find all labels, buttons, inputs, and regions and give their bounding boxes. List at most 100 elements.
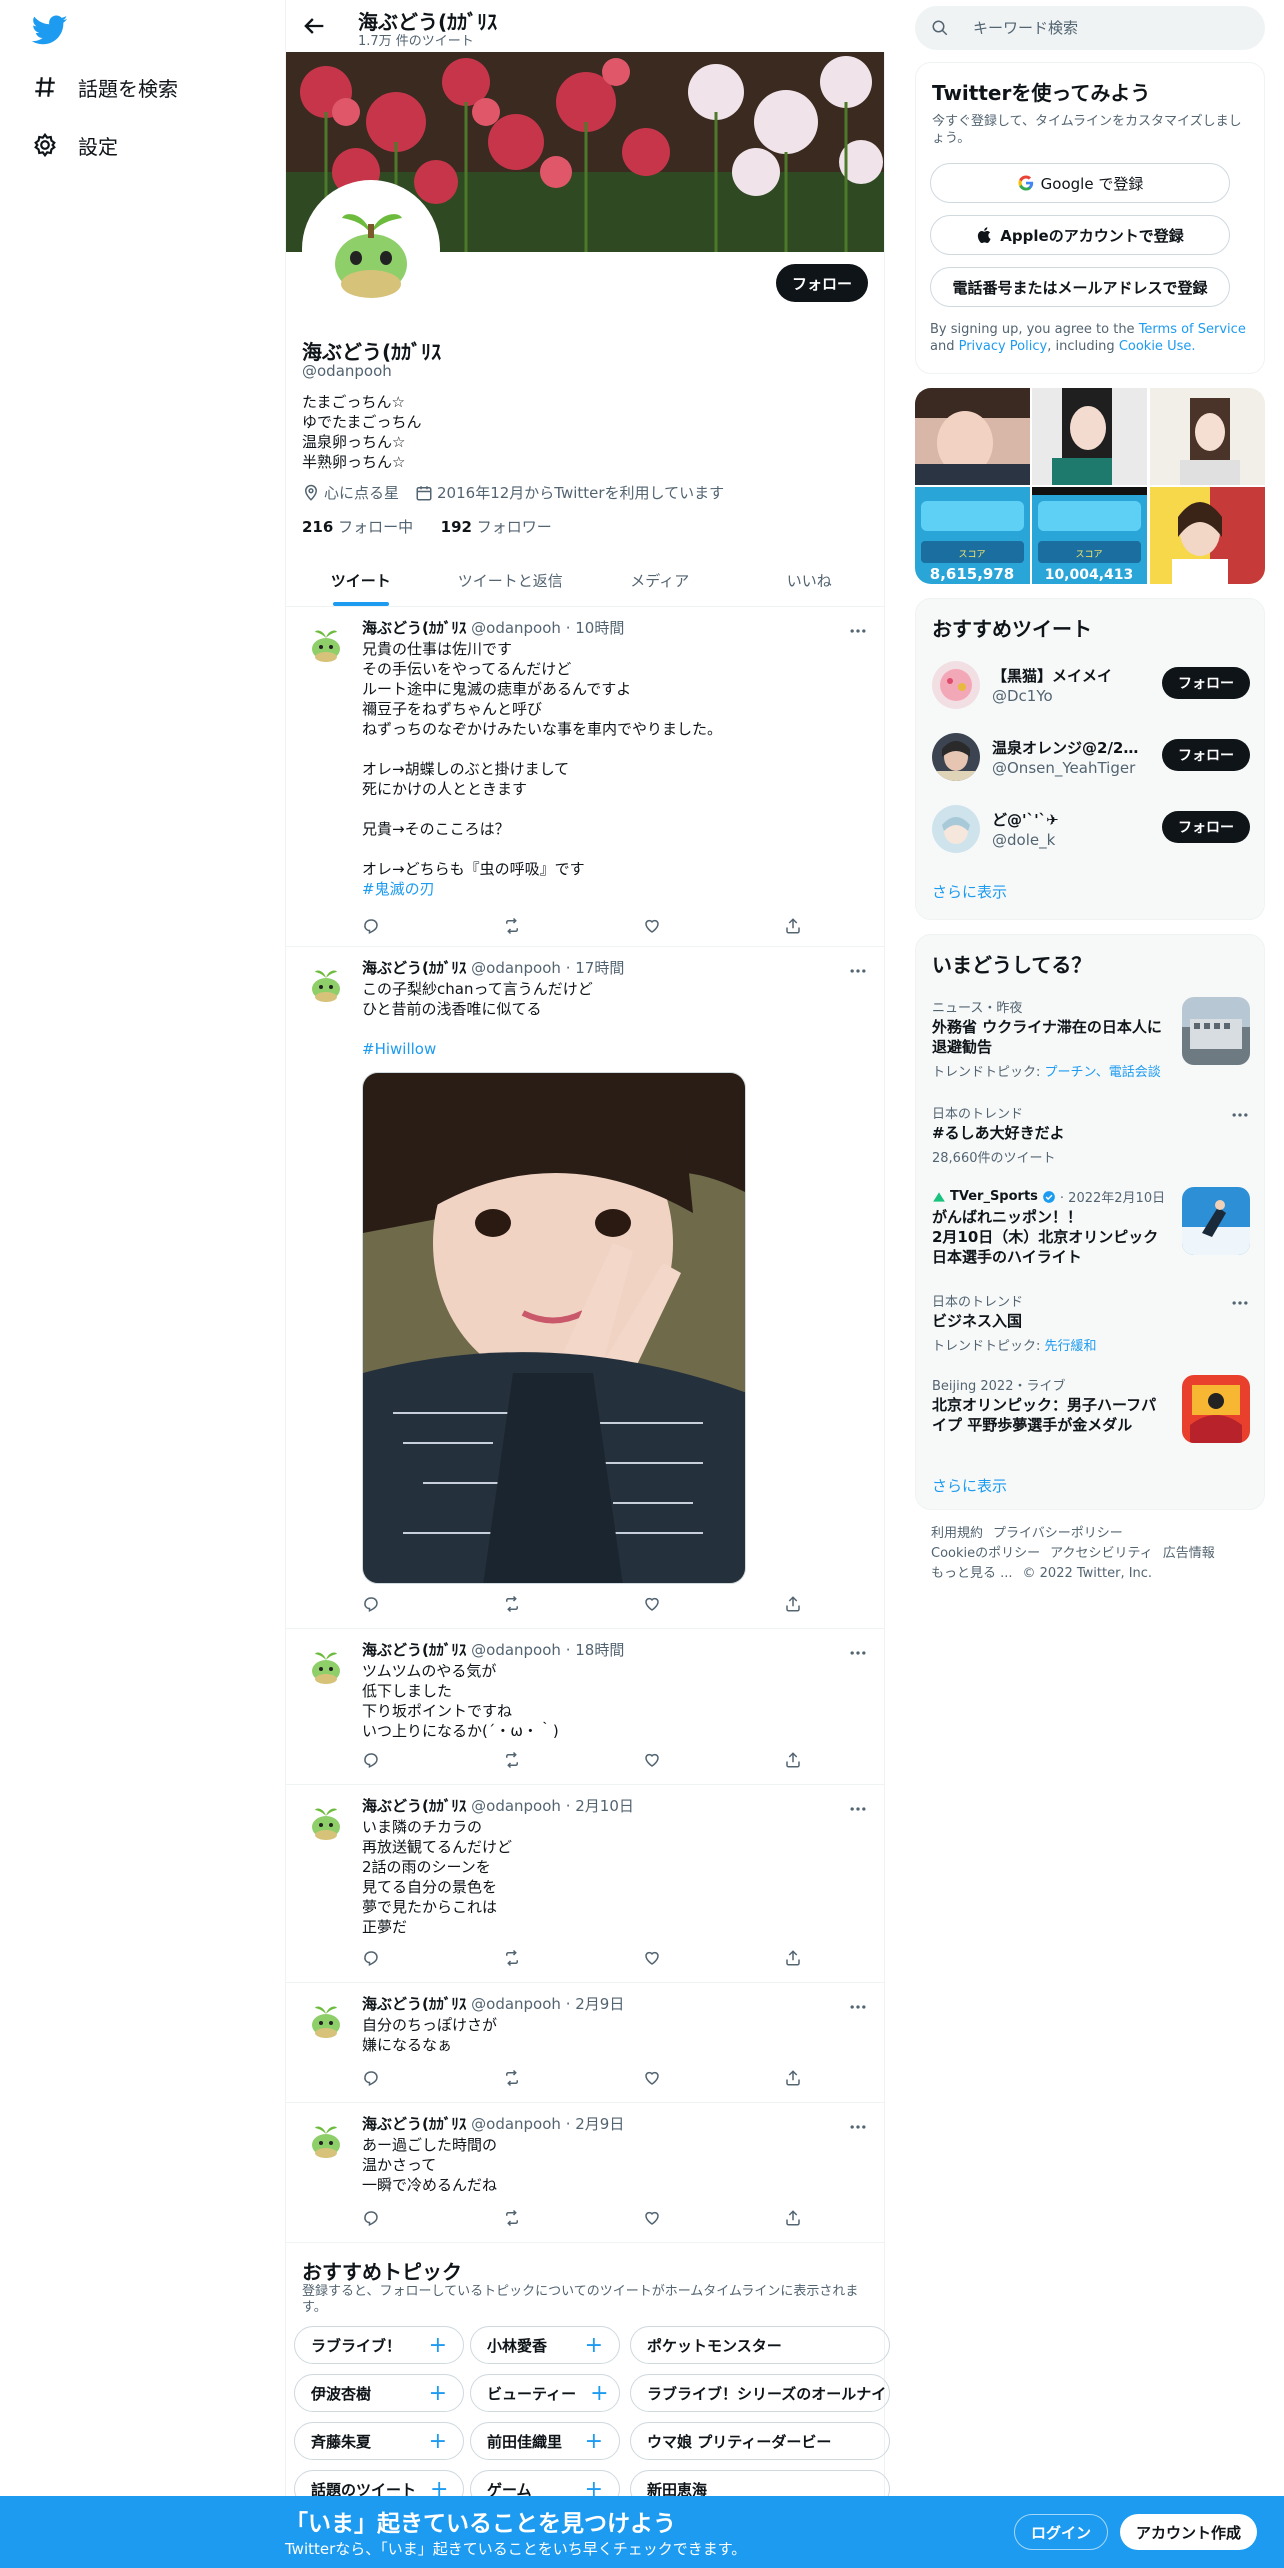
search-bar[interactable] [915,6,1265,50]
tweet[interactable]: 海ぶどう(ｶｶﾞﾘｽ @odanpooh · 2月10日 いま隣のチカラの 再放送… [286,1785,884,1983]
heart-icon[interactable] [643,917,661,935]
tweet-avatar[interactable] [302,2115,350,2163]
topic-chip[interactable]: ビューティー + [470,2374,620,2412]
back-arrow-icon[interactable] [300,12,328,40]
tweet-time[interactable]: · 2月10日 [566,1797,634,1815]
tweet-author-name[interactable]: 海ぶどう(ｶｶﾞﾘｽ [362,1641,466,1659]
share-icon[interactable] [784,1751,802,1769]
footer-link[interactable]: Cookieのポリシー [931,1544,1040,1564]
user-avatar[interactable] [932,733,980,781]
share-icon[interactable] [784,917,802,935]
more-options-icon[interactable] [1230,1293,1250,1313]
tweet[interactable]: 海ぶどう(ｶｶﾞﾘｽ @odanpooh · 10時間 兄貴の仕事は佐川です その… [286,607,884,947]
recommended-user[interactable]: 【黒猫】メイメイ @Dc1Yo フォロー [916,649,1264,721]
topic-chip[interactable]: 小林愛香 + [470,2326,620,2364]
more-options-icon[interactable] [848,1997,868,2017]
footer-link[interactable]: 利用規約 [931,1524,983,1544]
google-signup-button[interactable]: Google で登録 [930,163,1230,203]
footer-link[interactable]: 広告情報 [1163,1544,1215,1564]
retweet-icon[interactable] [503,1949,521,1967]
footer-link[interactable]: アクセシビリティ [1050,1544,1153,1564]
plus-icon[interactable]: + [415,2429,447,2454]
media-thumb[interactable] [1149,388,1265,485]
reply-icon[interactable] [362,917,380,935]
tab-likes[interactable]: いいね [735,554,885,606]
recommended-user[interactable]: ど@'`'`✈ @dole_k フォロー [916,793,1264,865]
retweet-icon[interactable] [503,917,521,935]
heart-icon[interactable] [643,2069,661,2087]
nav-settings[interactable]: 設定 [32,120,118,170]
hashtag-link[interactable]: #鬼滅の刃 [362,880,435,898]
user-name[interactable]: 【黒猫】メイメイ [992,665,1142,686]
footer-link[interactable]: プライバシーポリシー [993,1524,1123,1544]
share-icon[interactable] [784,2209,802,2227]
tweet-author-name[interactable]: 海ぶどう(ｶｶﾞﾘｽ [362,1797,466,1815]
tweet[interactable]: 海ぶどう(ｶｶﾞﾘｽ @odanpooh · 2月9日 自分のちっぽけさが 嫌にな… [286,1983,884,2103]
tweet-avatar[interactable] [302,619,350,667]
tweet-author-name[interactable]: 海ぶどう(ｶｶﾞﾘｽ [362,959,466,977]
more-options-icon[interactable] [1230,1105,1250,1125]
twitter-bird-icon[interactable] [32,12,68,48]
user-name[interactable]: 温泉オレンジ@2/27... [992,737,1142,758]
tweet[interactable]: 海ぶどう(ｶｶﾞﾘｽ @odanpooh · 17時間 この子梨紗chanって言う… [286,947,884,1629]
trend-item[interactable]: Beijing 2022・ライブ 北京オリンピック：男子ハーフパイプ 平野歩夢選… [916,1375,1264,1455]
apple-signup-button[interactable]: Appleのアカウントで登録 [930,215,1230,255]
tweet-avatar[interactable] [302,959,350,1007]
heart-icon[interactable] [643,1595,661,1613]
reply-icon[interactable] [362,2069,380,2087]
topic-chip[interactable]: ラブライブ！シリーズのオールナイトニッポン [630,2374,890,2412]
trend-item[interactable]: ニュース・昨夜 外務省 ウクライナ滞在の日本人に退避勧告 トレンドトピック: プ… [916,997,1264,1080]
topic-chip[interactable]: ラブライブ！ + [294,2326,464,2364]
retweet-icon[interactable] [503,1595,521,1613]
media-thumb[interactable] [1032,388,1148,485]
plus-icon[interactable]: + [571,2333,603,2358]
tweet-time[interactable]: · 18時間 [566,1641,625,1659]
media-thumb[interactable] [915,388,1030,485]
media-thumb[interactable] [1149,487,1265,584]
recommended-user[interactable]: 温泉オレンジ@2/27... @Onsen_YeahTiger フォロー [916,721,1264,793]
more-options-icon[interactable] [848,2117,868,2137]
search-input[interactable] [973,19,1233,37]
plus-icon[interactable]: + [415,2381,447,2406]
follow-button[interactable]: フォロー [1162,811,1250,843]
tweet-avatar[interactable] [302,1797,350,1845]
heart-icon[interactable] [643,1949,661,1967]
trend-extra-link[interactable]: プーチン、電話会談 [1045,1065,1161,1080]
trend-item[interactable]: TVer_Sports · 2022年2月10日 がんばれニッポン！！ 2月10… [916,1187,1264,1271]
follow-button[interactable]: フォロー [1162,739,1250,771]
privacy-policy-link[interactable]: Privacy Policy [959,339,1048,354]
nav-explore[interactable]: 話題を検索 [32,62,178,112]
tweet-author-name[interactable]: 海ぶどう(ｶｶﾞﾘｽ [362,1995,466,2013]
topic-chip[interactable]: 斉藤朱夏 + [294,2422,464,2460]
user-name[interactable]: ど@'`'`✈ [992,809,1142,830]
user-avatar[interactable] [932,661,980,709]
share-icon[interactable] [784,1595,802,1613]
more-options-icon[interactable] [848,1643,868,1663]
user-avatar[interactable] [932,805,980,853]
reply-icon[interactable] [362,1751,380,1769]
cookie-use-link[interactable]: Cookie Use. [1119,339,1196,354]
tweet-time[interactable]: · 17時間 [566,959,625,977]
create-account-button[interactable]: アカウント作成 [1120,2514,1258,2550]
trend-item[interactable]: 日本のトレンド ビジネス入国 トレンドトピック: 先行緩和 [916,1291,1264,1354]
topic-chip[interactable]: 前田佳織里 + [470,2422,620,2460]
more-options-icon[interactable] [848,621,868,641]
trend-item[interactable]: 日本のトレンド #るしあ大好きだよ 28,660件のツイート [916,1103,1264,1166]
topic-chip[interactable]: ウマ娘 プリティーダービー [630,2422,890,2460]
media-thumb[interactable]: 8,615,978 スコア [915,487,1030,584]
plus-icon[interactable]: + [571,2429,603,2454]
tweet[interactable]: 海ぶどう(ｶｶﾞﾘｽ @odanpooh · 18時間 ツムツムのやる気が 低下し… [286,1629,884,1785]
tweet-time[interactable]: · 2月9日 [566,1995,625,2013]
phone-signup-button[interactable]: 電話番号またはメールアドレスで登録 [930,267,1230,307]
more-options-icon[interactable] [848,1799,868,1819]
tweet-author-name[interactable]: 海ぶどう(ｶｶﾞﾘｽ [362,619,466,637]
share-icon[interactable] [784,1949,802,1967]
tweet-time[interactable]: · 2月9日 [566,2115,625,2133]
more-options-icon[interactable] [848,961,868,981]
tweet[interactable]: 海ぶどう(ｶｶﾞﾘｽ @odanpooh · 2月9日 あー過ごした時間の 温かさ… [286,2103,884,2243]
reply-icon[interactable] [362,2209,380,2227]
topic-chip[interactable]: ポケットモンスター [630,2326,890,2364]
heart-icon[interactable] [643,1751,661,1769]
footer-link[interactable]: もっと見る ... [931,1564,1013,1584]
tab-tweets[interactable]: ツイート [286,554,436,606]
